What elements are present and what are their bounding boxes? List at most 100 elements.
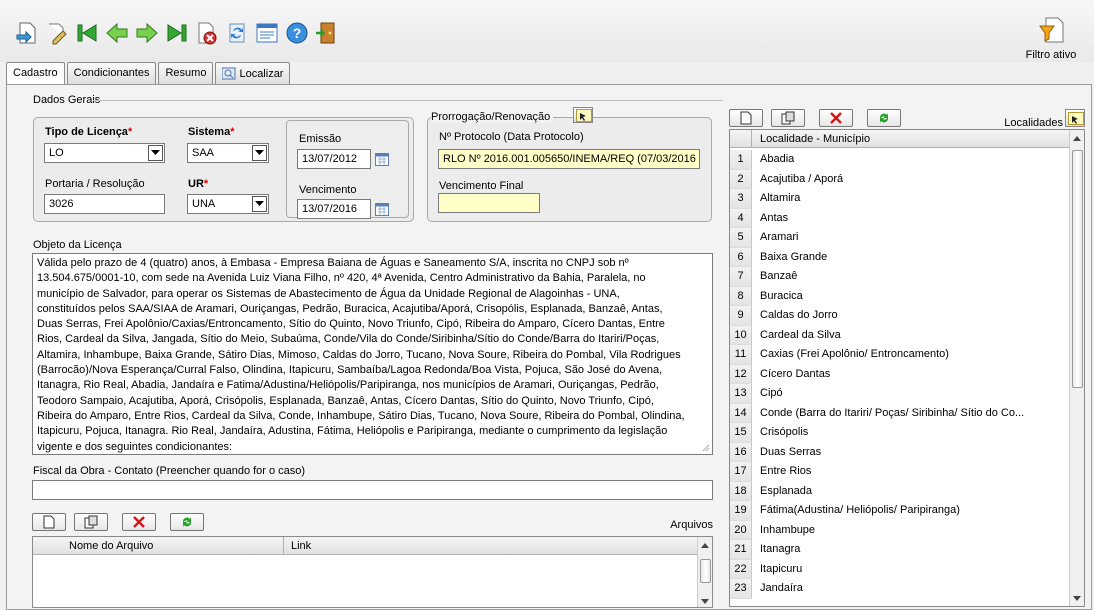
scroll-down-icon[interactable] [701,599,709,604]
localidades-scrollbar[interactable] [1069,130,1084,606]
arquivos-scrollbar[interactable] [697,537,712,607]
copy-localidade-button[interactable] [771,109,805,127]
scroll-up-icon[interactable] [1073,136,1081,141]
table-row[interactable]: 16 Duas Serras [730,442,1070,462]
localidades-select-button[interactable] [1065,109,1085,127]
table-row[interactable]: 2 Acajutiba / Aporá [730,169,1070,189]
table-row[interactable]: 8 Buracica [730,286,1070,306]
table-row[interactable]: 13 Cipó [730,384,1070,404]
localidades-grid: Localidade - Município 1 Abadia 2 Acajutiba… [729,129,1085,607]
scroll-up-icon[interactable] [701,543,709,548]
tab-localizar[interactable]: Localizar [215,62,291,84]
table-row[interactable]: 22 Itapicuru [730,559,1070,579]
row-number: 18 [730,481,752,501]
column-header[interactable]: Link [291,540,311,552]
table-row[interactable]: 19 Fátima(Adustina/ Heliópolis/ Paripiran… [730,501,1070,521]
table-row[interactable]: 14 Conde (Barra do Itariri/ Poças/ Siribi… [730,403,1070,423]
localidade-name: Inhambupe [760,523,816,536]
vencimento-label: Vencimento [299,184,357,196]
objeto-textarea[interactable]: Válida pelo prazo de 4 (quatro) anos, à … [32,253,713,455]
import-icon[interactable] [14,20,40,46]
table-row[interactable]: 5 Aramari [730,228,1070,248]
new-file-button[interactable] [32,513,66,531]
objeto-line: constituídos pelos SAA/SIAA de Aramari, … [37,302,663,315]
sistema-value: SAA [192,147,215,159]
dados-gerais-legend: Dados Gerais [33,94,101,106]
ur-select[interactable]: UNA [187,194,269,214]
sistema-select[interactable]: SAA [187,143,269,163]
renovacao-button[interactable] [573,107,593,123]
prev-icon[interactable] [104,20,130,46]
table-row[interactable]: 20 Inhambupe [730,520,1070,540]
close-icon [830,112,842,124]
table-row[interactable]: 17 Entre Rios [730,462,1070,482]
chevron-down-icon[interactable] [252,145,267,161]
table-row[interactable]: 21 Itanagra [730,540,1070,560]
tab-cadastro[interactable]: Cadastro [6,62,65,85]
protocolo-input[interactable]: RLO Nº 2016.001.005650/INEMA/REQ (07/03/… [438,149,700,169]
filter-indicator[interactable]: Filtro ativo [1016,16,1086,61]
tab-resumo[interactable]: Resumo [158,62,214,84]
column-header[interactable]: Nome do Arquivo [69,540,153,552]
refresh-icon [879,113,889,123]
localidade-name: Entre Rios [760,465,812,477]
legend-divider [93,100,723,101]
table-row[interactable]: 15 Crisópolis [730,423,1070,443]
tipo-licenca-select[interactable]: LO [44,143,165,163]
calendar-icon[interactable] [375,153,389,166]
objeto-line: 13.504.675/0001-10, com sede na Avenida … [37,272,646,285]
help-icon[interactable]: ? [284,20,310,46]
row-number: 12 [730,364,752,384]
portaria-input[interactable]: 3026 [44,194,165,214]
arquivos-grid: Nome do Arquivo Link [32,536,713,608]
tab-label: Cadastro [13,67,58,79]
scroll-down-icon[interactable] [1073,596,1081,601]
table-row[interactable]: 11 Caxias (Frei Apolônio/ Entroncamento) [730,345,1070,365]
row-number: 5 [730,228,752,248]
table-row[interactable]: 9 Caldas do Jorro [730,306,1070,326]
localidades-rows: 1 Abadia 2 Acajutiba / Aporá 3 Altamira 4 Antas… [730,150,1070,606]
chevron-down-icon[interactable] [252,196,267,212]
delete-localidade-button[interactable] [819,109,853,127]
table-row[interactable]: 3 Altamira [730,189,1070,209]
column-header[interactable]: Localidade - Município [760,133,870,145]
refresh-localidade-button[interactable] [867,109,901,127]
tab-condicionantes[interactable]: Condicionantes [66,62,157,84]
edit-icon[interactable] [44,20,70,46]
table-row[interactable]: 12 Cícero Dantas [730,364,1070,384]
table-row[interactable]: 6 Baixa Grande [730,247,1070,267]
localidade-name: Duas Serras [760,445,822,458]
resize-grip-icon[interactable] [702,444,710,452]
protocolo-label: Nº Protocolo (Data Protocolo) [439,131,584,143]
table-row[interactable]: 23 Jandaíra [730,579,1070,599]
row-number: 2 [730,169,752,189]
localidade-name: Cardeal da Silva [760,328,841,341]
datas-box: Emissão 13/07/2012 Vencimento 13/07/2016 [286,120,409,219]
calendar-icon[interactable] [375,203,389,216]
emissao-input[interactable]: 13/07/2012 [297,149,371,169]
table-row[interactable]: 10 Cardeal da Silva [730,325,1070,345]
delete-file-button[interactable] [122,513,156,531]
table-row[interactable]: 7 Banzaê [730,267,1070,287]
vencimento-final-input[interactable] [438,193,540,213]
chevron-down-icon[interactable] [148,145,163,161]
table-row[interactable]: 1 Abadia [730,150,1070,170]
new-localidade-button[interactable] [729,109,763,127]
fiscal-input[interactable] [32,480,713,500]
last-icon[interactable] [164,20,190,46]
copy-file-button[interactable] [74,513,108,531]
vencimento-input[interactable]: 13/07/2016 [297,199,371,219]
next-icon[interactable] [134,20,160,46]
scroll-thumb[interactable] [1072,150,1083,388]
row-number: 3 [730,189,752,209]
table-row[interactable]: 4 Antas [730,208,1070,228]
delete-icon[interactable] [194,20,220,46]
refresh-files-button[interactable] [170,513,204,531]
list-icon[interactable] [254,20,280,46]
objeto-line: Itanagra, Rio Real, Abadia, Jandaíra e F… [37,379,659,392]
refresh-icon[interactable] [224,20,250,46]
scroll-thumb[interactable] [700,559,711,583]
exit-icon[interactable] [314,20,340,46]
first-icon[interactable] [74,20,100,46]
table-row[interactable]: 18 Esplanada [730,481,1070,501]
